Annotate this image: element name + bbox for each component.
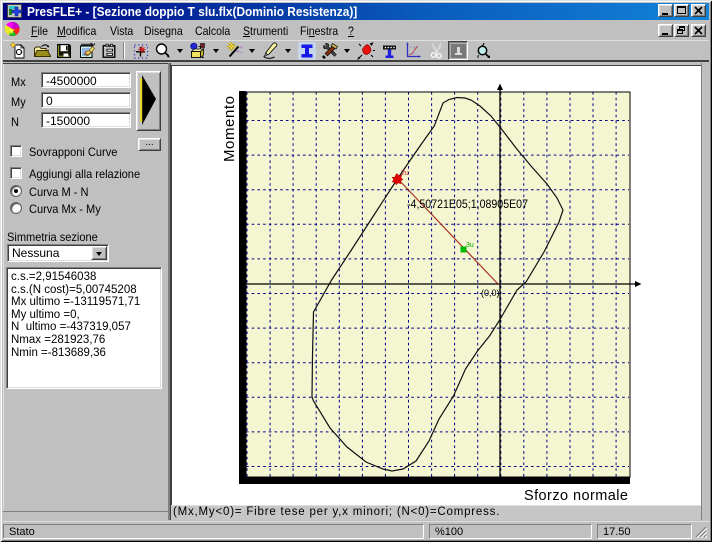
svg-text:2u: 2u (401, 170, 409, 177)
svg-text:3u: 3u (466, 242, 474, 249)
svg-text:Sforzo normale: Sforzo normale (524, 488, 628, 504)
svg-text:-4,50721E05;1,08905E07: -4,50721E05;1,08905E07 (407, 197, 528, 211)
svg-text:(0,0): (0,0) (481, 288, 500, 298)
svg-text:Momento: Momento (221, 96, 238, 162)
